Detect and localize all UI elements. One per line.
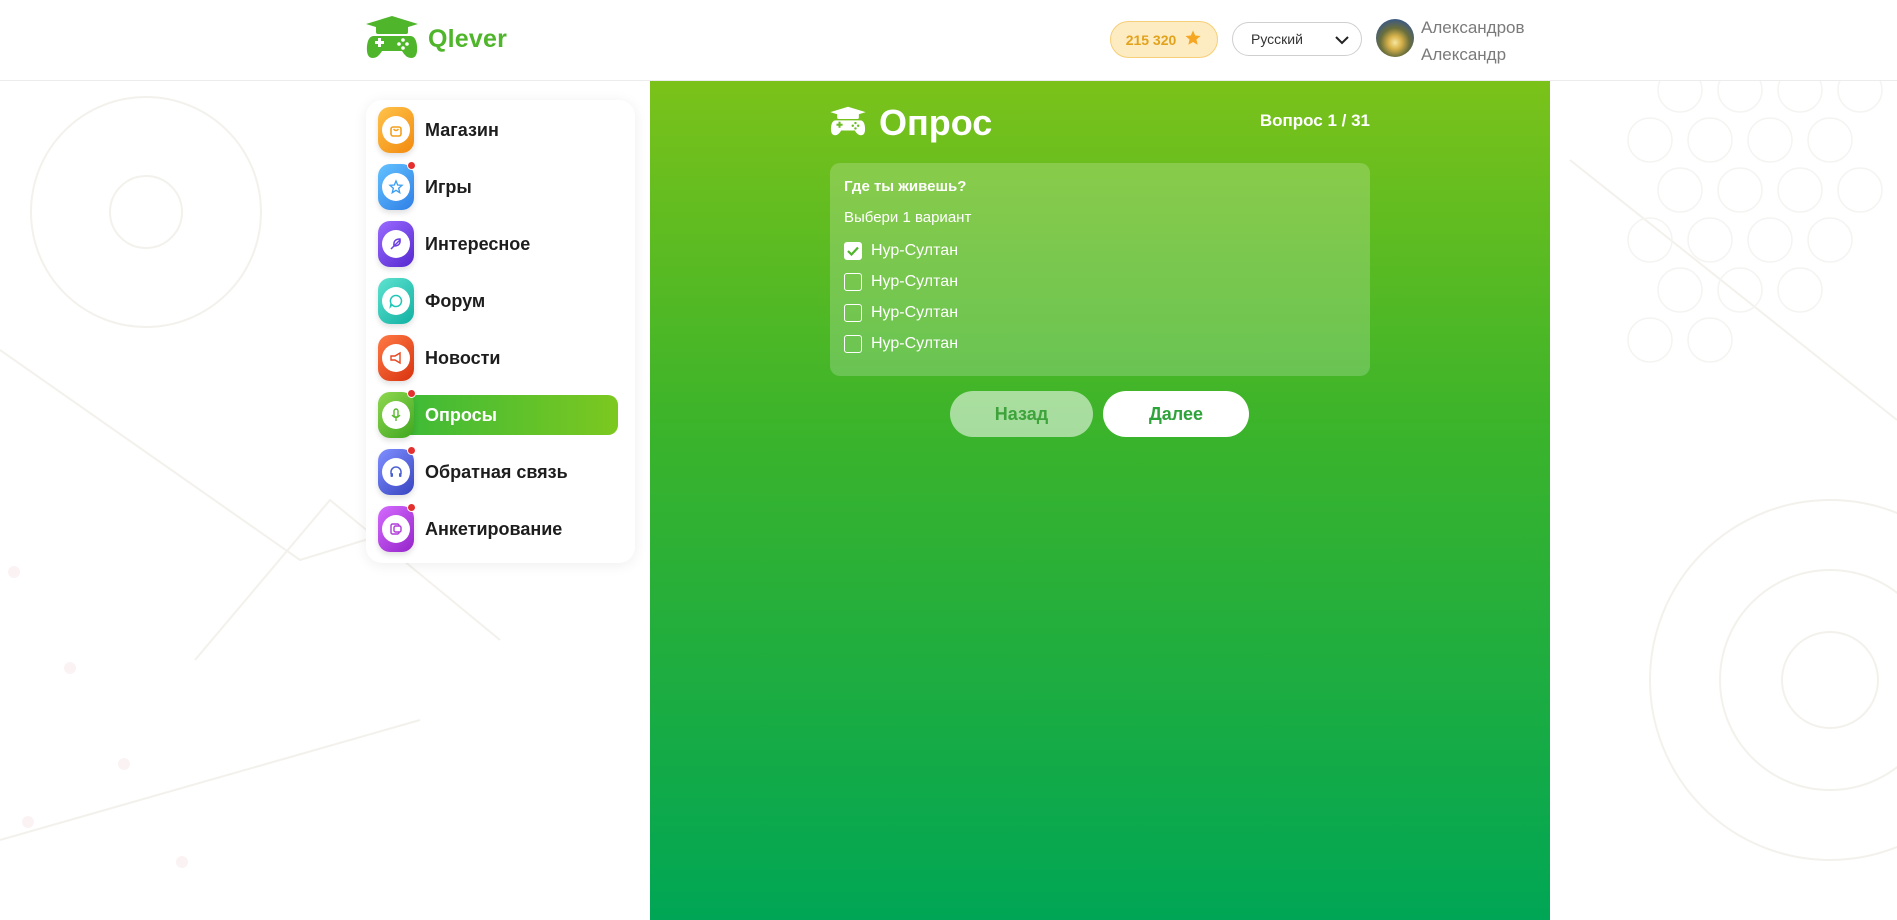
page-title: Опрос: [879, 102, 993, 143]
answer-option[interactable]: Нур-Султан: [844, 328, 1356, 359]
star-icon: [378, 161, 416, 210]
option-label: Нур-Султан: [871, 272, 959, 290]
star-icon: [1184, 29, 1202, 50]
survey-header: Опрос: [829, 102, 992, 144]
notification-dot: [407, 389, 416, 398]
option-label: Нур-Султан: [871, 334, 959, 352]
sidebar-item-label: Форум: [425, 290, 486, 311]
gamepad-graduation-cap-icon: [364, 14, 420, 65]
language-value: Русский: [1251, 31, 1303, 47]
logo[interactable]: Qlever: [364, 14, 508, 65]
avatar[interactable]: [1376, 19, 1414, 57]
checkbox[interactable]: [844, 334, 862, 353]
shop-bag-icon: [378, 107, 414, 153]
question-hint: Выбери 1 вариант: [844, 209, 972, 226]
chevron-down-icon: [1335, 33, 1349, 49]
sidebar-item-questionnaire[interactable]: Анкетирование: [378, 503, 618, 552]
sidebar-item-interesting[interactable]: Интересное: [378, 221, 618, 267]
sidebar-item-label: Опросы: [425, 404, 498, 425]
user-last-name: Александров: [1421, 18, 1525, 37]
sidebar-item-label: Новости: [425, 347, 501, 368]
sidebar-item-label: Анкетирование: [425, 518, 563, 539]
form-icon: [378, 503, 416, 552]
chat-bubble-icon: [378, 278, 414, 324]
headset-icon: [378, 446, 416, 495]
user-name[interactable]: Александров Александр: [1421, 14, 1525, 68]
question-text: Где ты живешь?: [844, 178, 967, 195]
next-button[interactable]: Далее: [1103, 391, 1249, 437]
checkbox[interactable]: [844, 272, 862, 291]
gamepad-graduation-cap-icon: [829, 105, 867, 142]
notification-dot: [407, 446, 416, 455]
sidebar-item-label: Игры: [425, 176, 472, 197]
sidebar-item-news[interactable]: Новости: [378, 335, 618, 381]
option-label: Нур-Султан: [871, 241, 959, 259]
top-header: Qlever 215 320 Русский Александров Алекс…: [0, 0, 1897, 81]
answer-option[interactable]: Нур-Султан: [844, 266, 1356, 297]
question-card: Где ты живешь? Выбери 1 вариант Нур-Султ…: [830, 163, 1370, 376]
brand-name: Qlever: [428, 24, 508, 53]
answer-option[interactable]: Нур-Султан: [844, 235, 1356, 266]
microphone-icon: [378, 389, 416, 438]
sidebar-item-shop[interactable]: Магазин: [378, 107, 618, 153]
sidebar-item-label: Магазин: [425, 119, 499, 140]
sidebar-item-label: Интересное: [425, 233, 531, 254]
option-label: Нур-Султан: [871, 303, 959, 321]
notification-dot: [407, 161, 416, 170]
notification-dot: [407, 503, 416, 512]
balance-badge[interactable]: 215 320: [1110, 21, 1218, 58]
back-button[interactable]: Назад: [950, 391, 1093, 437]
sidebar-item-forum[interactable]: Форум: [378, 278, 618, 324]
question-counter: Вопрос 1 / 31: [1259, 111, 1370, 130]
user-first-name: Александр: [1421, 45, 1507, 64]
checkbox-checked[interactable]: [844, 241, 862, 260]
checkbox[interactable]: [844, 303, 862, 322]
sidebar-item-games[interactable]: Игры: [378, 161, 618, 210]
language-select[interactable]: Русский: [1232, 22, 1362, 56]
answer-option[interactable]: Нур-Султан: [844, 297, 1356, 328]
megaphone-icon: [378, 335, 414, 381]
feather-icon: [378, 221, 414, 267]
sidebar-item-feedback[interactable]: Обратная связь: [378, 446, 618, 495]
sidebar-item-surveys[interactable]: Опросы: [378, 389, 618, 438]
survey-panel: Опрос Вопрос 1 / 31 Где ты живешь? Выбер…: [650, 80, 1550, 920]
sidebar-item-label: Обратная связь: [425, 461, 568, 482]
sidebar: Магазин Игры Интересное Форум Новости Оп…: [366, 100, 635, 563]
balance-value: 215 320: [1125, 31, 1177, 48]
